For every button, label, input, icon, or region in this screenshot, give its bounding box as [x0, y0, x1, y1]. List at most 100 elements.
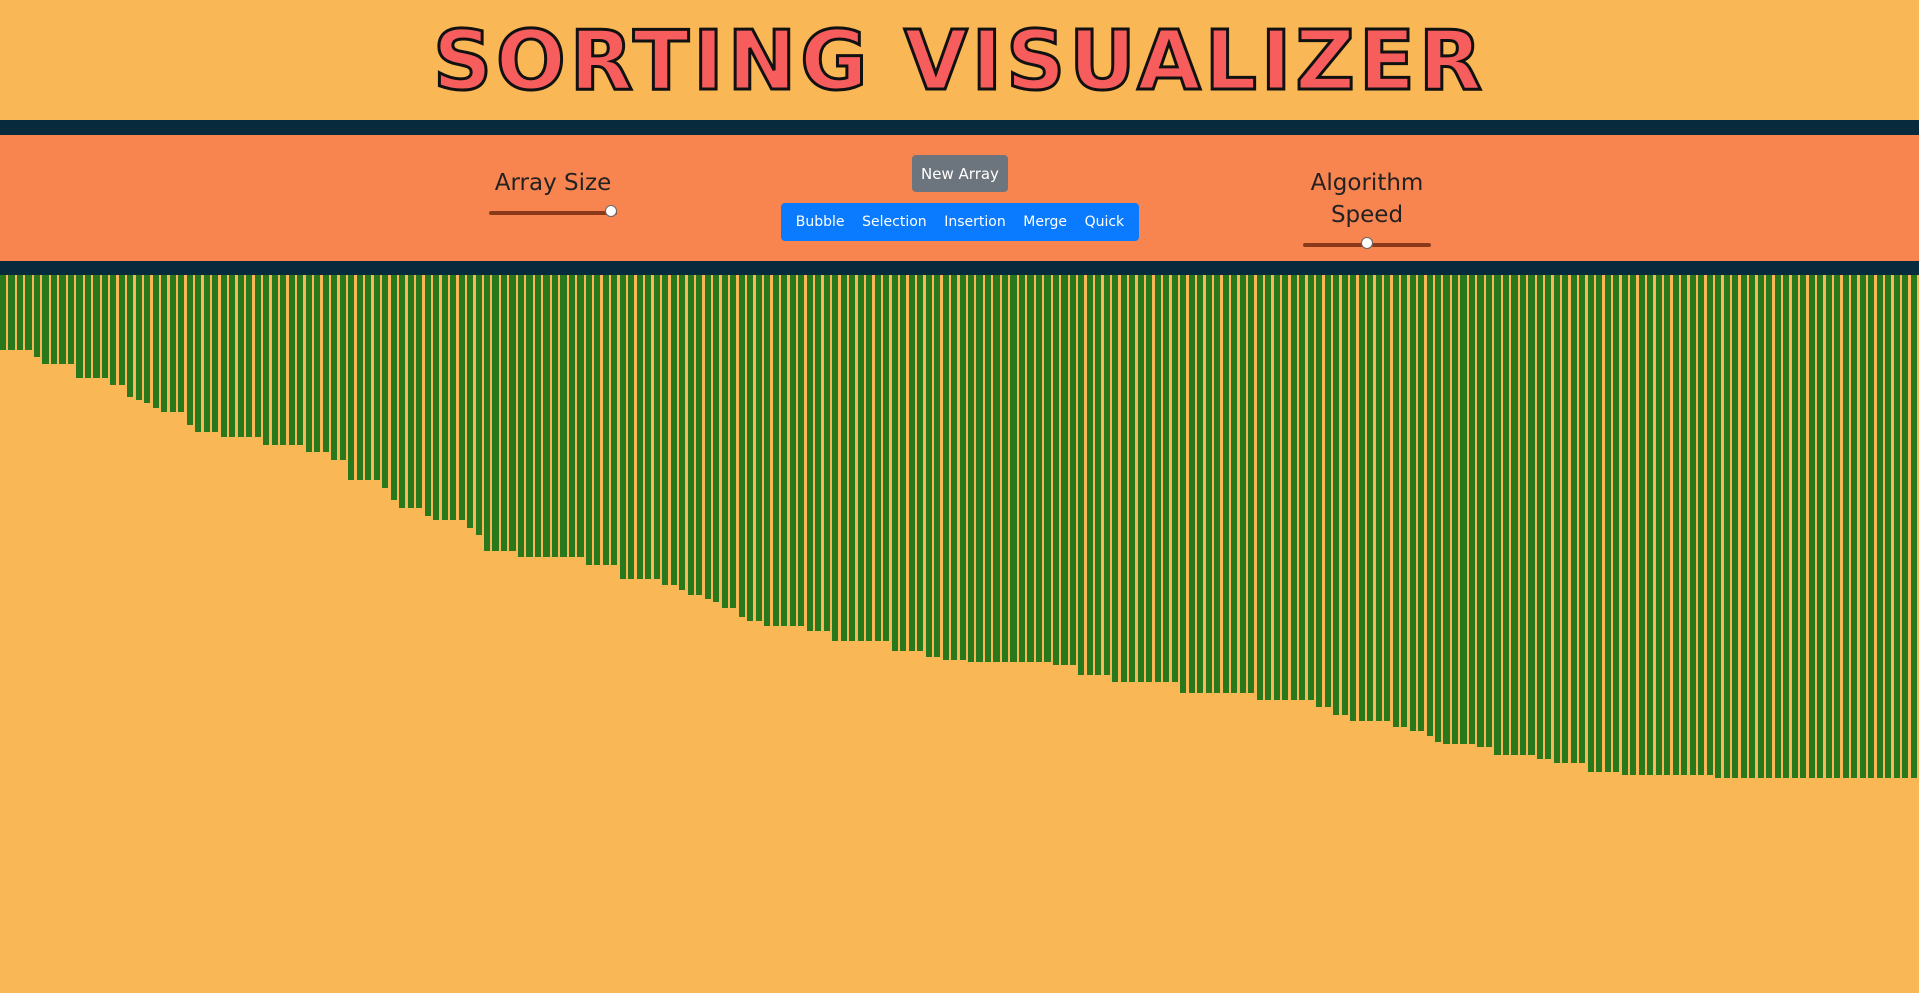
array-bar: [1069, 275, 1076, 665]
array-bar: [1358, 275, 1365, 721]
array-bar: [356, 275, 363, 480]
array-size-slider-thumb[interactable]: [604, 205, 617, 217]
array-bar: [832, 275, 839, 641]
array-bar: [220, 275, 227, 437]
array-bar: [144, 275, 151, 403]
array-bar: [917, 275, 924, 651]
array-bar: [50, 275, 58, 364]
array-bar: [1604, 275, 1611, 772]
array-bar: [1800, 275, 1807, 778]
array-bar: [1706, 275, 1713, 775]
array-bar: [1715, 275, 1722, 778]
array-size-slider[interactable]: [489, 205, 617, 217]
array-bar: [1137, 275, 1144, 682]
new-array-button[interactable]: New Array: [912, 155, 1008, 192]
array-bar: [500, 275, 508, 551]
array-bar: [874, 275, 881, 641]
array-bar: [1511, 275, 1518, 755]
array-bar: [42, 275, 49, 364]
array-bar: [25, 275, 32, 350]
algorithm-button-group: Bubble Selection Insertion Merge Quick: [781, 203, 1139, 241]
array-bar: [967, 275, 975, 662]
array-bar: [331, 275, 338, 460]
array-bar: [1154, 275, 1161, 682]
array-bar: [976, 275, 983, 662]
array-bar: [781, 275, 788, 626]
array-bar: [1570, 275, 1577, 763]
array-bar: [1401, 275, 1408, 727]
array-bar: [653, 275, 660, 579]
algorithm-speed-slider-thumb[interactable]: [1361, 237, 1373, 249]
array-bar: [1163, 275, 1170, 682]
array-bar: [127, 275, 134, 397]
array-bar: [738, 275, 745, 617]
array-bar: [390, 275, 397, 500]
array-bar: [560, 275, 567, 557]
array-bar: [475, 275, 482, 535]
array-bar: [1103, 275, 1110, 675]
array-bar: [934, 275, 941, 657]
array-bar: [1027, 275, 1034, 662]
array-bar: [1502, 275, 1510, 755]
array-bar: [305, 275, 312, 452]
array-bar: [1146, 275, 1153, 682]
array-bar: [1621, 275, 1628, 775]
array-bar: [772, 275, 779, 626]
array-bar: [1316, 275, 1323, 707]
array-bar: [16, 275, 24, 350]
array-bar: [169, 275, 176, 412]
array-bar: [1885, 275, 1892, 778]
array-bar: [517, 275, 525, 557]
algo-button-selection[interactable]: Selection: [858, 214, 931, 230]
array-bar: [424, 275, 431, 516]
array-bar: [823, 275, 830, 631]
array-bar: [755, 275, 762, 621]
array-bar: [254, 275, 261, 437]
array-bar: [1426, 275, 1433, 736]
array-bar: [1018, 275, 1026, 662]
array-bar: [840, 275, 847, 641]
array-bar: [322, 275, 329, 452]
array-bar: [526, 275, 533, 557]
array-bar: [1222, 275, 1229, 693]
algo-button-bubble[interactable]: Bubble: [792, 214, 849, 230]
array-bar: [857, 275, 864, 641]
array-bar: [1825, 275, 1832, 778]
array-bar: [721, 275, 728, 608]
array-bar: [1129, 275, 1136, 682]
array-bar: [59, 275, 66, 364]
algorithm-speed-slider[interactable]: [1303, 237, 1431, 249]
array-bar: [806, 275, 813, 631]
array-bar: [1681, 275, 1688, 775]
algo-button-quick[interactable]: Quick: [1081, 214, 1129, 230]
array-bar: [1723, 275, 1730, 778]
array-bar: [1485, 275, 1493, 747]
array-bar: [1732, 275, 1739, 778]
array-bar: [84, 275, 92, 378]
array-bar: [1384, 275, 1391, 721]
array-bar: [407, 275, 414, 508]
array-bar: [1273, 275, 1280, 700]
array-bar: [1536, 275, 1543, 759]
array-bar: [195, 275, 202, 432]
array-bar: [1647, 275, 1654, 775]
array-bar: [186, 275, 193, 425]
array-bar: [1180, 275, 1187, 693]
array-bar: [1120, 275, 1127, 682]
page-title: SORTING VISUALIZER: [431, 13, 1487, 111]
array-bar: [1248, 275, 1255, 693]
array-bar: [1375, 275, 1382, 721]
array-bar: [1587, 275, 1594, 772]
algo-button-insertion[interactable]: Insertion: [940, 214, 1009, 230]
array-bar: [1868, 275, 1875, 778]
array-bar: [1265, 275, 1272, 700]
array-bar: [1044, 275, 1051, 662]
array-bar: [0, 275, 7, 350]
array-bar: [1451, 275, 1459, 744]
array-bar: [203, 275, 210, 432]
array-bar: [1545, 275, 1552, 759]
array-bar: [135, 275, 142, 400]
array-bar: [1035, 275, 1043, 662]
algo-button-merge[interactable]: Merge: [1019, 214, 1071, 230]
array-bar: [1435, 275, 1442, 742]
